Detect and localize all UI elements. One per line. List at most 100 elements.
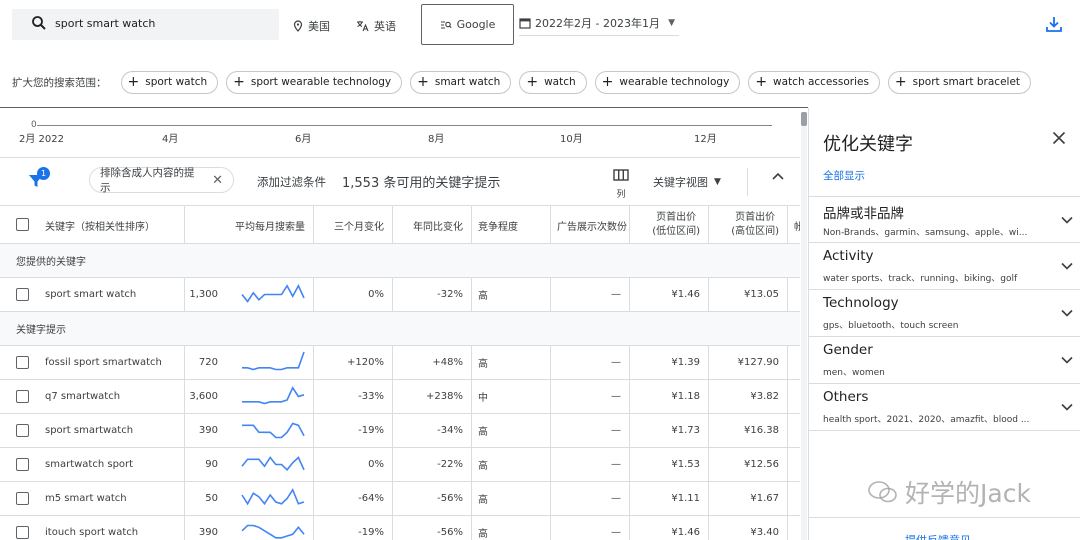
header-bid-high[interactable]: 页首出价 (高位区间) bbox=[709, 206, 788, 244]
avg-searches-value: 390 bbox=[198, 527, 218, 538]
header-bid-low[interactable]: 页首出价 (低位区间) bbox=[630, 206, 709, 244]
expand-chip[interactable]: + sport wearable technology bbox=[226, 70, 403, 94]
bid-high-value: ¥1.67 bbox=[750, 493, 779, 504]
bid-low-value: ¥1.11 bbox=[671, 493, 700, 504]
row-checkbox[interactable] bbox=[16, 458, 29, 471]
keyword-cell: sport smart watch bbox=[0, 278, 185, 311]
bid-high-cell: ¥12.56 bbox=[709, 448, 788, 481]
header-ad-share[interactable]: 广告展示次数份 bbox=[551, 206, 630, 244]
plus-icon: + bbox=[417, 74, 429, 90]
ad-share-value: — bbox=[611, 391, 621, 402]
expand-chip[interactable]: + smart watch bbox=[410, 70, 512, 94]
keyword-cell: sport smartwatch bbox=[0, 414, 185, 447]
table-row[interactable]: m5 smart watch 50 -64% -56% 高 — ¥1.11 ¥1.67 bbox=[0, 482, 800, 516]
competition-cell: 高 bbox=[472, 516, 551, 540]
timeline-tick: 4月 bbox=[162, 134, 179, 145]
expand-chip[interactable]: + wearable technology bbox=[594, 70, 741, 94]
refine-group-brand[interactable]: 品牌或非品牌 Non-Brands、garmin、samsung、apple、w… bbox=[809, 196, 1080, 243]
row-checkbox[interactable] bbox=[16, 356, 29, 369]
watermark: 好学的Jack bbox=[867, 474, 1031, 510]
row-checkbox[interactable] bbox=[16, 288, 29, 301]
download-icon[interactable] bbox=[1045, 15, 1063, 33]
timeline-zero-label: 0 bbox=[31, 120, 37, 130]
avg-searches-value: 720 bbox=[198, 357, 218, 368]
show-all-link[interactable]: 全部显示 bbox=[823, 168, 865, 183]
close-icon[interactable]: ✕ bbox=[212, 173, 223, 188]
yoy-value: -22% bbox=[437, 459, 463, 470]
ad-share-cell: — bbox=[551, 380, 630, 413]
ad-share-cell: — bbox=[551, 414, 630, 447]
header-three-month[interactable]: 三个月变化 bbox=[314, 206, 393, 244]
timeline-tick: 10月 bbox=[560, 134, 583, 145]
competition-value: 高 bbox=[478, 461, 488, 472]
header-label: 竞争程度 bbox=[478, 221, 518, 233]
top-bar: sport smart watch 美国 英语 Google 2022年2月 -… bbox=[0, 0, 1080, 56]
add-filter-button[interactable]: 添加过滤条件 bbox=[257, 174, 326, 190]
chevron-up-icon[interactable] bbox=[771, 171, 785, 181]
expand-chip[interactable]: + watch accessories bbox=[748, 70, 880, 94]
network-selector[interactable]: Google bbox=[421, 4, 514, 45]
refine-group-activity[interactable]: Activity water sports、track、running、biki… bbox=[809, 243, 1080, 290]
yoy-cell: +48% bbox=[393, 346, 472, 379]
language-selector[interactable]: 英语 bbox=[356, 18, 396, 34]
table-row[interactable]: smartwatch sport 90 0% -22% 高 — ¥1.53 ¥12.56 bbox=[0, 448, 800, 482]
row-checkbox[interactable] bbox=[16, 390, 29, 403]
row-checkbox[interactable] bbox=[16, 424, 29, 437]
expand-chip[interactable]: + sport smart bracelet bbox=[887, 70, 1032, 94]
keyword-view-dropdown[interactable]: 关键字视图 ▼ bbox=[653, 174, 721, 190]
select-all-checkbox[interactable] bbox=[16, 218, 29, 231]
header-yoy[interactable]: 年同比变化 bbox=[393, 206, 472, 244]
account-cell bbox=[788, 516, 800, 540]
timeline-tick: 6月 bbox=[295, 134, 312, 145]
calendar-icon bbox=[519, 17, 531, 29]
row-checkbox[interactable] bbox=[16, 492, 29, 505]
ad-share-cell: — bbox=[551, 482, 630, 515]
table-row[interactable]: sport smart watch 1,300 0% -32% 高 — ¥1.46 ¥13.0… bbox=[0, 278, 800, 312]
ad-share-cell: — bbox=[551, 346, 630, 379]
header-account[interactable]: 帐 bbox=[788, 206, 800, 244]
header-label: 页首出价 bbox=[735, 212, 776, 223]
table-row[interactable]: sport smartwatch 390 -19% -34% 高 — ¥1.73 ¥16.38 bbox=[0, 414, 800, 448]
table-row[interactable]: itouch sport watch 390 -19% -56% 高 — ¥1.46 ¥3.4… bbox=[0, 516, 800, 540]
table-row[interactable]: q7 smartwatch 3,600 -33% +238% 中 — ¥1.18 ¥3.82 bbox=[0, 380, 800, 414]
feedback-link[interactable]: 提供反馈意见 bbox=[905, 532, 971, 540]
avg-searches-cell: 390 bbox=[185, 516, 314, 540]
row-checkbox[interactable] bbox=[16, 526, 29, 539]
header-competition[interactable]: 竞争程度 bbox=[472, 206, 551, 244]
three-month-value: -33% bbox=[358, 391, 384, 402]
bid-low-cell: ¥1.11 bbox=[630, 482, 709, 515]
keyword-cell: itouch sport watch bbox=[0, 516, 185, 540]
plus-icon: + bbox=[233, 74, 245, 90]
search-field[interactable]: sport smart watch bbox=[12, 9, 279, 40]
keyword-count: 1,553 条可用的关键字提示 bbox=[342, 176, 501, 191]
expand-chip[interactable]: + sport watch bbox=[120, 70, 219, 94]
account-cell bbox=[788, 448, 800, 481]
location-selector[interactable]: 美国 bbox=[293, 18, 330, 34]
columns-button[interactable]: 列 bbox=[611, 166, 631, 200]
refine-group-technology[interactable]: Technology gps、bluetooth、touch screen bbox=[809, 290, 1080, 337]
date-range-selector[interactable]: 2022年2月 - 2023年1月 ▼ bbox=[519, 10, 679, 36]
competition-value: 高 bbox=[478, 529, 488, 540]
main-scrollbar[interactable] bbox=[801, 112, 807, 540]
translate-icon bbox=[357, 21, 369, 32]
expand-chip[interactable]: + watch bbox=[519, 70, 587, 94]
header-avg-searches[interactable]: 平均每月搜索量 bbox=[185, 206, 314, 244]
header-keyword[interactable]: 关键字（按相关性排序） bbox=[0, 206, 185, 244]
refine-group-others[interactable]: Others health sport、2021、2020、amazfit、bl… bbox=[809, 384, 1080, 431]
adult-filter-chip[interactable]: 排除含成人内容的提示 ✕ bbox=[89, 167, 234, 194]
keyword-cell: fossil sport smartwatch bbox=[0, 346, 185, 379]
refine-group-gender[interactable]: Gender men、women bbox=[809, 337, 1080, 384]
header-label: 平均每月搜索量 bbox=[235, 221, 305, 233]
group-summary: men、women bbox=[823, 368, 885, 378]
scrollbar-thumb[interactable] bbox=[801, 112, 807, 126]
sparkline-line bbox=[241, 284, 305, 303]
plus-icon: + bbox=[894, 74, 907, 90]
table-row[interactable]: fossil sport smartwatch 720 +120% +48% 高 — ¥1.… bbox=[0, 346, 800, 380]
close-icon[interactable] bbox=[1052, 131, 1066, 145]
bid-low-cell: ¥1.73 bbox=[630, 414, 709, 447]
chip-label: watch accessories bbox=[773, 76, 869, 88]
bid-low-value: ¥1.53 bbox=[671, 459, 700, 470]
trend-timeline: 0 2月 2022 4月 6月 8月 10月 12月 bbox=[0, 108, 800, 156]
sparkline-line bbox=[242, 351, 305, 371]
search-query[interactable]: sport smart watch bbox=[55, 17, 155, 30]
